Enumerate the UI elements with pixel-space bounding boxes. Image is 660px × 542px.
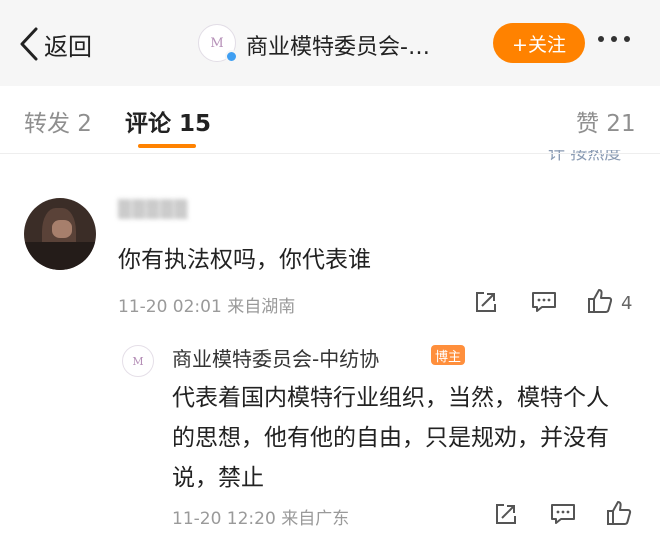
page-title[interactable]: 商业模特委员会-… <box>246 29 430 61</box>
logo-letter: M <box>210 35 224 51</box>
comment-icon[interactable] <box>550 502 576 526</box>
tab-repost[interactable]: 转发 2 <box>24 104 92 138</box>
divider <box>0 153 660 154</box>
sort-toggle[interactable]: 计 按热度 <box>548 150 621 162</box>
thumbs-up-icon[interactable] <box>606 500 632 526</box>
comment-meta: 11-20 02:01 来自湖南 <box>118 297 296 317</box>
like-count: 4 <box>621 293 633 314</box>
reply-avatar[interactable]: M <box>122 345 154 377</box>
top-nav-bar: 返回 M 商业模特委员会-… +关注 <box>0 0 660 86</box>
more-dots-icon[interactable] <box>598 36 630 42</box>
reply-meta: 11-20 12:20 来自广东 <box>172 509 350 529</box>
share-icon[interactable] <box>474 290 498 314</box>
comment-text: 你有执法权吗，你代表谁 <box>118 247 371 273</box>
comment-icon[interactable] <box>531 290 557 314</box>
chevron-left-icon <box>20 27 38 61</box>
reply-author[interactable]: 商业模特委员会-中纺协 <box>172 343 379 372</box>
account-logo[interactable]: M <box>198 24 238 63</box>
comment-username[interactable]: ▒▒▒▒▒ <box>118 200 188 220</box>
verified-icon <box>225 50 238 63</box>
reply-text: 代表着国内模特行业组织，当然，模特个人的思想，他有他的自由，只是规劝，并没有说，… <box>172 385 609 491</box>
share-icon[interactable] <box>494 502 518 526</box>
back-label: 返回 <box>44 32 92 61</box>
active-tab-indicator <box>138 144 196 148</box>
blogger-badge: 博主 <box>431 345 465 365</box>
tab-likes[interactable]: 赞 21 <box>576 104 636 138</box>
thumbs-up-icon[interactable] <box>587 288 613 314</box>
tab-comments[interactable]: 评论 15 <box>125 104 211 138</box>
follow-button[interactable]: +关注 <box>493 23 585 63</box>
tab-bar: 转发 2 评论 15 赞 21 <box>0 86 660 154</box>
reply-logo-letter: M <box>132 354 144 368</box>
avatar[interactable] <box>24 198 96 270</box>
back-button[interactable]: 返回 <box>18 26 92 62</box>
